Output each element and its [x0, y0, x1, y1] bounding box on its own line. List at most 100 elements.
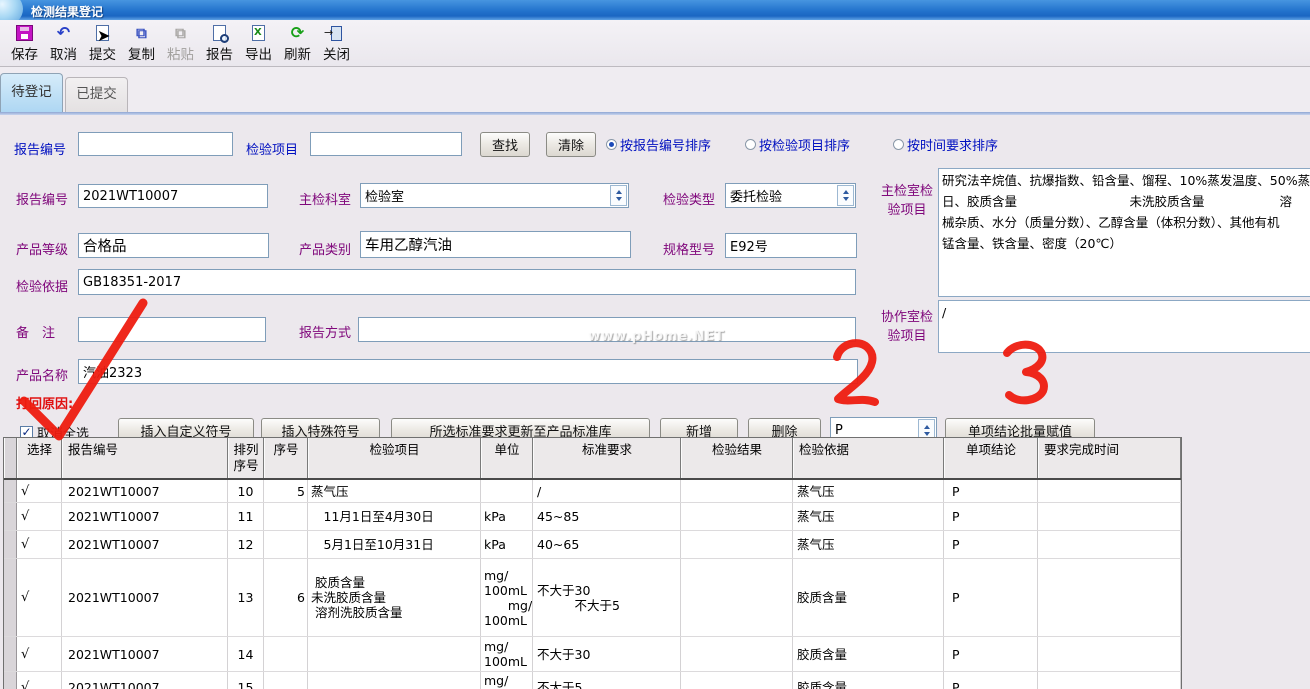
table-cell[interactable]: 14 [228, 637, 264, 671]
table-cell[interactable]: P [944, 503, 1038, 530]
row-indicator[interactable] [4, 637, 17, 671]
table-cell[interactable]: 2021WT10007 [62, 559, 228, 636]
table-cell[interactable]: 2021WT10007 [62, 503, 228, 530]
tab-pending[interactable]: 待登记 [0, 73, 63, 112]
toolbar-button-report[interactable]: 报告 [203, 24, 236, 63]
spinner-icon[interactable] [610, 185, 627, 206]
grid-header-cell[interactable]: 检验依据 [793, 438, 944, 478]
table-cell[interactable]: P [944, 559, 1038, 636]
spinner-icon[interactable] [837, 185, 854, 206]
table-cell[interactable] [264, 672, 308, 689]
table-cell[interactable] [1038, 637, 1181, 671]
grade-input[interactable]: 合格品 [78, 233, 269, 258]
table-cell[interactable]: √ [17, 480, 62, 502]
toolbar-button-save[interactable]: 保存 [8, 24, 41, 63]
table-cell[interactable]: 5 [264, 480, 308, 502]
table-cell[interactable]: 2021WT10007 [62, 531, 228, 558]
table-cell[interactable]: 6 [264, 559, 308, 636]
collab-items-textarea[interactable]: / [938, 300, 1310, 353]
table-cell[interactable] [308, 672, 481, 689]
table-cell[interactable]: 11月1日至4月30日 [308, 503, 481, 530]
row-indicator[interactable] [4, 559, 17, 636]
table-row[interactable]: √2021WT1000711 11月1日至4月30日kPa45~85蒸气压P [4, 503, 1181, 531]
table-cell[interactable] [1038, 503, 1181, 530]
table-cell[interactable]: 胶质含量 [793, 672, 944, 689]
product-name-input[interactable]: 汽油2323 [78, 359, 858, 384]
table-cell[interactable]: 不大于30 [533, 637, 681, 671]
table-row[interactable]: √2021WT10007136 胶质含量 未洗胶质含量 溶剂洗胶质含量mg/ 1… [4, 559, 1181, 637]
table-cell[interactable]: kPa [481, 531, 533, 558]
grid-corner[interactable] [4, 438, 17, 478]
table-cell[interactable]: 13 [228, 559, 264, 636]
table-cell[interactable] [681, 503, 793, 530]
radio-icon[interactable] [745, 139, 756, 150]
row-indicator[interactable] [4, 531, 17, 558]
table-cell[interactable]: 12 [228, 531, 264, 558]
find-button[interactable]: 查找 [480, 132, 530, 157]
dept-select[interactable]: 检验室 [360, 183, 629, 208]
table-cell[interactable] [264, 503, 308, 530]
table-cell[interactable]: P [944, 480, 1038, 502]
table-cell[interactable]: 不大于30 不大于5 [533, 559, 681, 636]
row-indicator[interactable] [4, 503, 17, 530]
table-cell[interactable]: √ [17, 503, 62, 530]
table-cell[interactable]: P [944, 637, 1038, 671]
grid-header-cell[interactable]: 选择 [17, 438, 62, 478]
table-cell[interactable]: 11 [228, 503, 264, 530]
table-row[interactable]: √2021WT1000714 mg/ 100mL不大于30 胶质含量P [4, 637, 1181, 672]
table-cell[interactable]: 2021WT10007 [62, 672, 228, 689]
row-indicator[interactable] [4, 672, 17, 689]
table-cell[interactable]: √ [17, 637, 62, 671]
table-cell[interactable]: P [944, 672, 1038, 689]
table-cell[interactable]: mg/ 100mL [481, 637, 533, 671]
toolbar-button-submit[interactable]: ➤提交 [86, 24, 119, 63]
table-cell[interactable] [681, 559, 793, 636]
toolbar-button-undo[interactable]: ↶取消 [47, 24, 80, 63]
grid-header-cell[interactable]: 单位 [481, 438, 533, 478]
basis-input[interactable]: GB18351-2017 [78, 269, 856, 295]
table-cell[interactable]: 蒸气压 [793, 531, 944, 558]
table-cell[interactable]: 蒸气压 [793, 480, 944, 502]
row-indicator[interactable] [4, 480, 17, 502]
grid-header-cell[interactable]: 单项结论 [944, 438, 1038, 478]
radio-icon[interactable] [893, 139, 904, 150]
table-cell[interactable]: 15 [228, 672, 264, 689]
remark-input[interactable] [78, 317, 266, 342]
grid-header-cell[interactable]: 要求完成时间 [1038, 438, 1181, 478]
search-item-input[interactable] [310, 132, 462, 156]
table-row[interactable]: √2021WT10007105蒸气压/蒸气压P [4, 480, 1181, 503]
tab-submitted[interactable]: 已提交 [65, 77, 128, 112]
table-cell[interactable]: 10 [228, 480, 264, 502]
table-cell[interactable] [1038, 480, 1181, 502]
insp-type-select[interactable]: 委托检验 [725, 183, 856, 208]
table-cell[interactable]: mg/ 100mL mg/ 100mL [481, 559, 533, 636]
table-cell[interactable]: 胶质含量 [793, 637, 944, 671]
toolbar-button-copy[interactable]: ⧉复制 [125, 24, 158, 63]
toolbar-button-refresh[interactable]: ⟳刷新 [281, 24, 314, 63]
sort-radio-1[interactable]: 按检验项目排序 [745, 135, 850, 154]
table-cell[interactable]: 蒸气压 [793, 503, 944, 530]
table-cell[interactable]: √ [17, 672, 62, 689]
table-cell[interactable]: √ [17, 531, 62, 558]
toolbar-button-close[interactable]: →关闭 [320, 24, 353, 63]
category-input[interactable]: 车用乙醇汽油 [360, 231, 631, 258]
table-cell[interactable]: P [944, 531, 1038, 558]
table-cell[interactable]: kPa [481, 503, 533, 530]
table-cell[interactable]: 2021WT10007 [62, 480, 228, 502]
table-cell[interactable] [481, 480, 533, 502]
main-items-textarea[interactable]: 研究法辛烷值、抗爆指数、铅含量、馏程、10%蒸发温度、50%蒸 日、胶质含量 未… [938, 168, 1310, 297]
table-cell[interactable] [308, 637, 481, 671]
table-cell[interactable]: / [533, 480, 681, 502]
grid-header-cell[interactable]: 序号 [264, 438, 308, 478]
grid-header-cell[interactable]: 报告编号 [62, 438, 228, 478]
sort-radio-2[interactable]: 按时间要求排序 [893, 135, 998, 154]
table-cell[interactable] [264, 637, 308, 671]
table-cell[interactable]: 胶质含量 未洗胶质含量 溶剂洗胶质含量 [308, 559, 481, 636]
table-cell[interactable]: 2021WT10007 [62, 637, 228, 671]
grid-header-cell[interactable]: 排列 序号 [228, 438, 264, 478]
table-cell[interactable] [1038, 531, 1181, 558]
table-cell[interactable] [1038, 559, 1181, 636]
toolbar-button-export[interactable]: X导出 [242, 24, 275, 63]
table-row[interactable]: √2021WT1000715mg/ 100mL不大于5胶质含量P [4, 672, 1181, 689]
sort-radio-0[interactable]: 按报告编号排序 [606, 135, 711, 154]
